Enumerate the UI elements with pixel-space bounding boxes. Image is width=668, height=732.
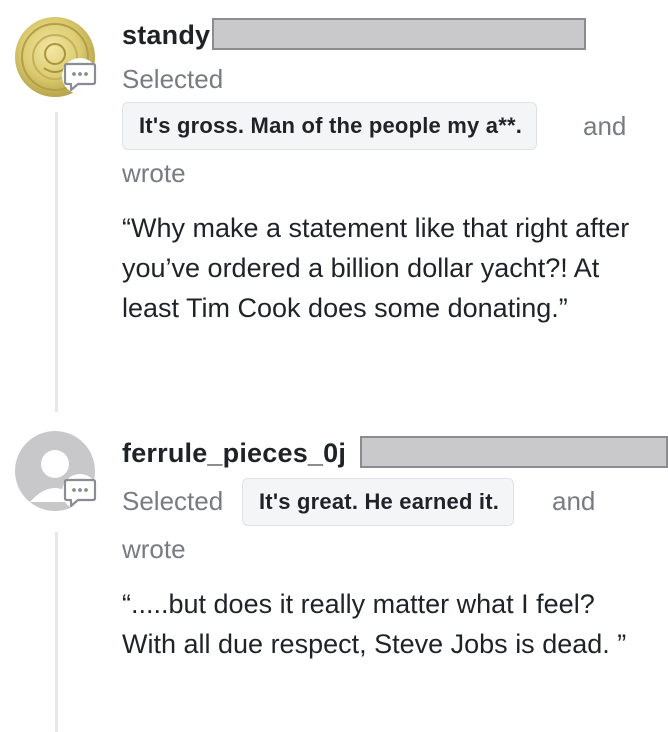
redacted-username-block xyxy=(360,436,668,468)
chat-bubble-icon xyxy=(63,478,97,508)
comment-quote: “Why make a statement like that right af… xyxy=(122,213,630,323)
thread-line xyxy=(55,112,58,412)
selected-label: Selected xyxy=(122,64,224,94)
comment-2: ferrule_pieces_0j Selected It's great. H… xyxy=(0,420,668,732)
chat-bubble-icon xyxy=(63,62,97,92)
wrote-label: wrote xyxy=(122,534,186,564)
username[interactable]: standy xyxy=(122,20,210,51)
comment-badge xyxy=(62,58,98,94)
selected-label: Selected xyxy=(122,486,224,516)
and-label: and xyxy=(552,486,596,516)
redacted-username-block xyxy=(212,18,586,50)
and-label: and xyxy=(583,111,627,141)
comment-quote: “.....but does it really matter what I f… xyxy=(122,589,627,659)
wrote-label: wrote xyxy=(122,158,186,188)
comment-badge xyxy=(62,474,98,510)
username[interactable]: ferrule_pieces_0j xyxy=(122,438,346,469)
selected-choice: It's gross. Man of the people my a**. xyxy=(122,102,538,150)
selected-choice: It's great. He earned it. xyxy=(242,478,515,526)
comment-1: standy Selected It's gross. Man of the p… xyxy=(0,0,668,420)
thread-line xyxy=(55,532,58,732)
